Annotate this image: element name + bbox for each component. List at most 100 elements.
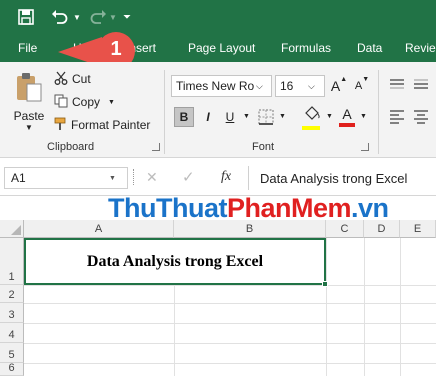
select-all-corner[interactable] — [0, 220, 24, 238]
undo-dropdown-icon[interactable]: ▼ — [72, 6, 82, 28]
shrink-font-button[interactable]: A ▼ — [352, 76, 372, 96]
undo-icon[interactable] — [48, 6, 72, 28]
formula-bar: A1 ▼ ✕ ✓ fx Data Analysis trong Excel — [0, 158, 436, 196]
align-center-icon — [414, 110, 428, 124]
italic-button[interactable]: I — [198, 107, 218, 127]
tab-review[interactable]: Revie — [405, 41, 436, 55]
font-color-swatch — [339, 123, 355, 127]
shrink-font-icon: ▼ — [362, 76, 370, 83]
cancel-icon[interactable]: ✕ — [146, 169, 158, 186]
formula-divider — [248, 166, 249, 190]
watermark-logo: ThuThuatPhanMem.vn — [108, 193, 389, 224]
watermark-part: .vn — [351, 193, 389, 223]
group-divider — [164, 70, 165, 154]
title-bar: ▼ ▼ ⏷ — [0, 0, 436, 34]
gridline — [24, 303, 436, 304]
enter-icon[interactable]: ✓ — [182, 168, 195, 186]
bold-label: B — [179, 110, 189, 124]
align-left-button[interactable] — [388, 108, 406, 126]
name-box[interactable]: A1 ▼ — [4, 167, 128, 189]
font-launcher-icon[interactable] — [361, 143, 369, 151]
name-box-chevron-icon: ▼ — [109, 174, 116, 182]
row-header-6[interactable]: 6 — [0, 362, 24, 376]
fill-color-swatch — [302, 126, 320, 130]
watermark-part: Thu — [108, 193, 156, 223]
underline-dropdown-icon[interactable]: ▼ — [243, 113, 250, 120]
column-header-e[interactable]: E — [400, 220, 436, 238]
copy-icon — [54, 94, 70, 111]
font-size-value: 16 — [280, 79, 294, 93]
font-color-button[interactable]: A — [338, 106, 356, 128]
group-divider — [378, 70, 379, 154]
underline-label: U — [225, 110, 235, 124]
grow-font-icon: ▲ — [340, 76, 348, 83]
borders-dropdown-icon[interactable]: ▼ — [279, 113, 286, 120]
redo-icon — [86, 6, 110, 28]
font-color-icon: A — [342, 106, 352, 122]
row-header-2[interactable]: 2 — [0, 285, 24, 303]
borders-button[interactable] — [258, 109, 274, 125]
font-name-value: Times New Ro — [176, 79, 255, 93]
paste-icon — [14, 72, 44, 105]
fill-color-button[interactable] — [302, 106, 322, 130]
row-header-5[interactable]: 5 — [0, 343, 24, 363]
watermark-part: Phan — [226, 193, 292, 223]
merged-cell-a1-b1[interactable]: Data Analysis trong Excel — [24, 238, 326, 285]
paste-dropdown-icon: ▼ — [25, 123, 33, 132]
font-name-dropdown[interactable]: Times New Ro ⌵ — [171, 75, 272, 97]
font-size-chevron-icon: ⌵ — [308, 80, 315, 91]
align-left-icon — [390, 110, 404, 124]
row-header-1[interactable]: 1 — [0, 238, 24, 285]
gridline — [24, 343, 436, 344]
bold-button[interactable]: B — [174, 107, 194, 127]
clipboard-group-label: Clipboard — [47, 141, 95, 153]
grow-font-label: A — [330, 78, 341, 94]
align-middle-icon — [414, 79, 428, 89]
grow-font-button[interactable]: A ▲ — [329, 76, 349, 96]
tab-data[interactable]: Data — [357, 41, 382, 55]
format-painter-icon — [54, 117, 70, 134]
ribbon: Paste ▼ Cut Copy ▼ Format Painter Clipbo… — [0, 62, 436, 158]
paste-button[interactable]: Paste ▼ — [10, 68, 48, 134]
save-icon[interactable] — [14, 6, 38, 28]
gridline — [326, 238, 327, 376]
copy-label: Copy — [72, 95, 101, 109]
merged-cell-text: Data Analysis trong Excel — [86, 252, 264, 270]
redo-dropdown-icon: ▼ — [109, 12, 117, 22]
tab-page-layout[interactable]: Page Layout — [188, 41, 255, 55]
font-size-dropdown[interactable]: 16 ⌵ — [275, 75, 325, 97]
format-painter-button[interactable]: Format Painter — [54, 116, 150, 134]
tab-formulas[interactable]: Formulas — [281, 41, 331, 55]
cut-button[interactable]: Cut — [54, 70, 91, 88]
align-top-button[interactable] — [388, 76, 406, 94]
fill-bucket-icon — [305, 106, 320, 120]
clipboard-launcher-icon[interactable] — [152, 143, 160, 151]
paste-label: Paste — [13, 109, 45, 123]
italic-label: I — [206, 110, 210, 124]
fill-color-dropdown-icon[interactable]: ▼ — [326, 113, 333, 120]
copy-button[interactable]: Copy ▼ — [54, 93, 115, 111]
step-callout-number: 1 — [110, 38, 122, 60]
align-center-button[interactable] — [412, 108, 430, 126]
worksheet-grid: A B C D E 1 2 3 4 5 6 Data Analysis tron… — [0, 220, 436, 376]
tab-file[interactable]: File — [18, 41, 37, 55]
gridline — [400, 238, 401, 376]
name-box-value: A1 — [11, 171, 26, 185]
cut-label: Cut — [72, 72, 91, 86]
row-header-3[interactable]: 3 — [0, 303, 24, 323]
formula-input[interactable]: Data Analysis trong Excel — [260, 171, 407, 186]
underline-button[interactable]: U — [220, 107, 240, 127]
watermark-part: Mem — [291, 193, 352, 223]
gridline — [24, 323, 436, 324]
format-painter-label: Format Painter — [71, 118, 151, 132]
fill-handle[interactable] — [322, 281, 328, 287]
insert-function-icon[interactable]: fx — [221, 169, 231, 185]
row-header-4[interactable]: 4 — [0, 323, 24, 343]
scissors-icon — [54, 71, 70, 88]
customize-qat-icon[interactable]: ⏷ — [121, 6, 133, 28]
borders-icon — [258, 109, 274, 125]
align-middle-button[interactable] — [412, 76, 430, 94]
font-color-dropdown-icon[interactable]: ▼ — [360, 113, 367, 120]
select-all-icon — [11, 225, 21, 235]
font-name-chevron-icon: ⌵ — [256, 80, 263, 91]
